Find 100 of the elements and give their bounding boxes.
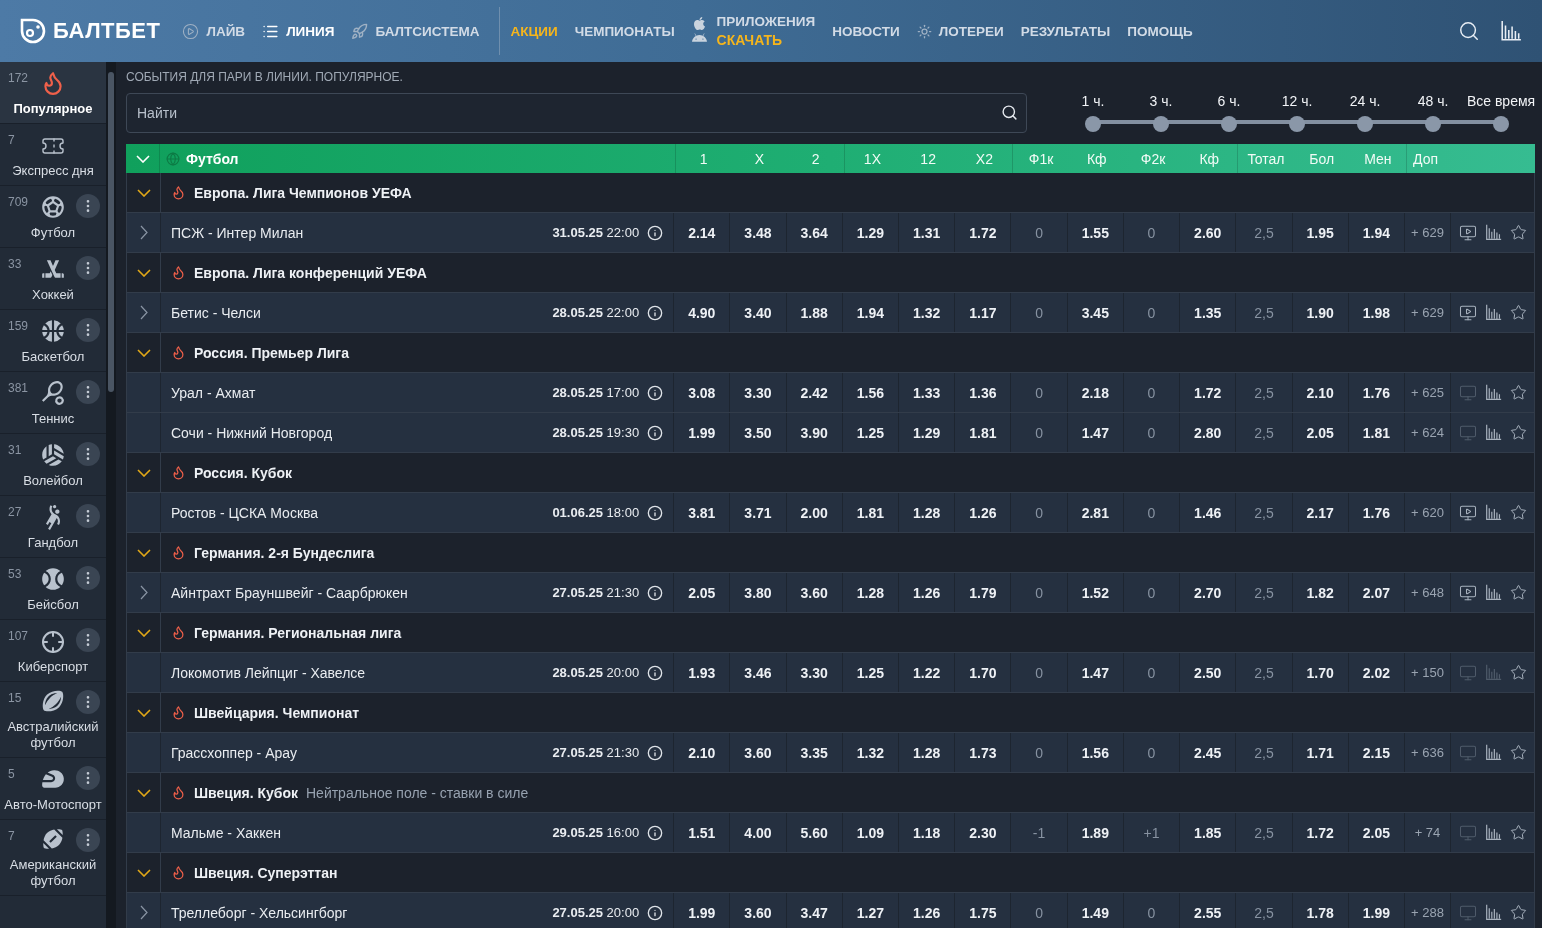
odds-button[interactable]: 1.71: [1292, 733, 1349, 772]
sidebar-item[interactable]: 31 Волейбол: [0, 434, 106, 496]
video-button[interactable]: [1458, 223, 1477, 242]
match-teams[interactable]: Локомотив Лейпциг - Хавелсе: [171, 664, 366, 681]
odds-button[interactable]: 1.70: [1292, 653, 1349, 692]
odds-button[interactable]: 2.17: [1292, 493, 1349, 532]
odds-button[interactable]: 1.72: [955, 213, 1012, 252]
odds-button[interactable]: 1.27: [842, 893, 900, 928]
info-icon[interactable]: [647, 384, 664, 401]
odds-button[interactable]: 2.42: [786, 373, 843, 412]
odds-button[interactable]: 1.17: [955, 293, 1012, 332]
odds-button[interactable]: 1.82: [1292, 573, 1349, 612]
match-teams[interactable]: Айнтрахт Брауншвейг - Саарбрюкен: [171, 584, 408, 601]
handicap-button[interactable]: 0: [1123, 573, 1181, 612]
sidebar-item[interactable]: 709 Футбол: [0, 186, 106, 248]
favorite-button[interactable]: [1509, 584, 1527, 601]
more-markets-link[interactable]: + 648: [1405, 573, 1451, 612]
odds-button[interactable]: 1.76: [1348, 493, 1405, 532]
nav-link[interactable]: НОВОСТИ: [832, 23, 900, 39]
odds-button[interactable]: 2.18: [1067, 373, 1124, 412]
slider-stop[interactable]: [1153, 116, 1169, 132]
odds-button[interactable]: 2.14: [674, 213, 731, 252]
stats-button[interactable]: [1484, 224, 1502, 241]
odds-button[interactable]: 1.98: [1348, 293, 1405, 332]
odds-button[interactable]: 1.85: [1180, 813, 1237, 852]
odds-button[interactable]: 1.89: [1067, 813, 1124, 852]
odds-button[interactable]: 3.30: [730, 373, 787, 412]
handicap-button[interactable]: 2,5: [1236, 493, 1293, 532]
handicap-button[interactable]: 0: [1011, 213, 1068, 252]
odds-button[interactable]: 3.71: [730, 493, 787, 532]
handicap-button[interactable]: 0: [1123, 893, 1181, 928]
odds-button[interactable]: 2.80: [1180, 413, 1237, 452]
odds-button[interactable]: 1.94: [1348, 213, 1405, 252]
handicap-button[interactable]: 2,5: [1236, 373, 1293, 412]
stats-button[interactable]: [1484, 904, 1502, 921]
odds-button[interactable]: 1.33: [899, 373, 956, 412]
odds-button[interactable]: 1.73: [955, 733, 1012, 772]
stats-button[interactable]: [1484, 424, 1502, 441]
odds-button[interactable]: 3.45: [1067, 293, 1124, 332]
odds-button[interactable]: 1.99: [1348, 893, 1405, 928]
odds-button[interactable]: 2.55: [1180, 893, 1237, 928]
sidebar-item[interactable]: 107 Киберспорт: [0, 620, 106, 682]
more-markets-link[interactable]: + 288: [1405, 893, 1451, 928]
odds-button[interactable]: 1.22: [899, 653, 956, 692]
odds-button[interactable]: 1.99: [674, 893, 731, 928]
odds-button[interactable]: 1.94: [842, 293, 900, 332]
odds-button[interactable]: 2.30: [955, 813, 1012, 852]
match-teams[interactable]: Урал - Ахмат: [171, 384, 256, 401]
match-teams[interactable]: Мальме - Хаккен: [171, 824, 281, 841]
sidebar-item[interactable]: 33 Хоккей: [0, 248, 106, 310]
slider-stop[interactable]: [1357, 116, 1373, 132]
nav-link[interactable]: ЛИНИЯ: [262, 22, 335, 40]
favorite-button[interactable]: [1509, 384, 1527, 401]
more-button[interactable]: [76, 504, 100, 528]
odds-button[interactable]: 1.31: [899, 213, 956, 252]
more-button[interactable]: [76, 442, 100, 466]
stats-button[interactable]: [1484, 824, 1502, 841]
info-icon[interactable]: [647, 584, 664, 601]
expand-button[interactable]: [139, 225, 148, 240]
more-button[interactable]: [76, 318, 100, 342]
odds-button[interactable]: 3.60: [730, 733, 787, 772]
more-markets-link[interactable]: + 74: [1405, 813, 1451, 852]
odds-button[interactable]: 3.47: [786, 893, 843, 928]
more-markets-link[interactable]: + 625: [1405, 373, 1451, 412]
odds-button[interactable]: 1.18: [899, 813, 956, 852]
more-button[interactable]: [76, 828, 100, 852]
favorite-button[interactable]: [1509, 424, 1527, 441]
odds-button[interactable]: 1.29: [899, 413, 956, 452]
handicap-button[interactable]: 2,5: [1236, 733, 1293, 772]
odds-button[interactable]: 1.81: [1348, 413, 1405, 452]
search-field[interactable]: Найти: [126, 93, 1027, 133]
odds-button[interactable]: 1.32: [842, 733, 900, 772]
odds-button[interactable]: 1.28: [842, 573, 900, 612]
favorite-button[interactable]: [1509, 664, 1527, 681]
video-button[interactable]: [1458, 583, 1477, 602]
odds-button[interactable]: 2.05: [1292, 413, 1349, 452]
odds-button[interactable]: 1.46: [1180, 493, 1237, 532]
slider-stop[interactable]: [1493, 116, 1509, 132]
odds-button[interactable]: 1.36: [955, 373, 1012, 412]
favorite-button[interactable]: [1509, 504, 1527, 521]
sidebar-item[interactable]: 5 Авто-Мотоспорт: [0, 758, 106, 820]
odds-button[interactable]: 1.29: [842, 213, 900, 252]
odds-button[interactable]: 1.25: [842, 653, 900, 692]
handicap-button[interactable]: 2,5: [1236, 213, 1293, 252]
odds-button[interactable]: 2.02: [1348, 653, 1405, 692]
odds-button[interactable]: 1.76: [1348, 373, 1405, 412]
handicap-button[interactable]: 2,5: [1236, 653, 1293, 692]
odds-button[interactable]: 1.28: [899, 733, 956, 772]
odds-button[interactable]: 3.08: [674, 373, 731, 412]
expand-button[interactable]: [139, 905, 148, 920]
handicap-button[interactable]: 2,5: [1236, 293, 1293, 332]
video-button[interactable]: [1458, 503, 1477, 522]
more-button[interactable]: [76, 628, 100, 652]
odds-button[interactable]: 2.10: [1292, 373, 1349, 412]
handicap-button[interactable]: 0: [1123, 653, 1181, 692]
odds-button[interactable]: 2.50: [1180, 653, 1237, 692]
match-teams[interactable]: Ростов - ЦСКА Москва: [171, 504, 319, 521]
handicap-button[interactable]: +1: [1123, 813, 1181, 852]
favorite-button[interactable]: [1509, 224, 1527, 241]
info-icon[interactable]: [647, 424, 664, 441]
